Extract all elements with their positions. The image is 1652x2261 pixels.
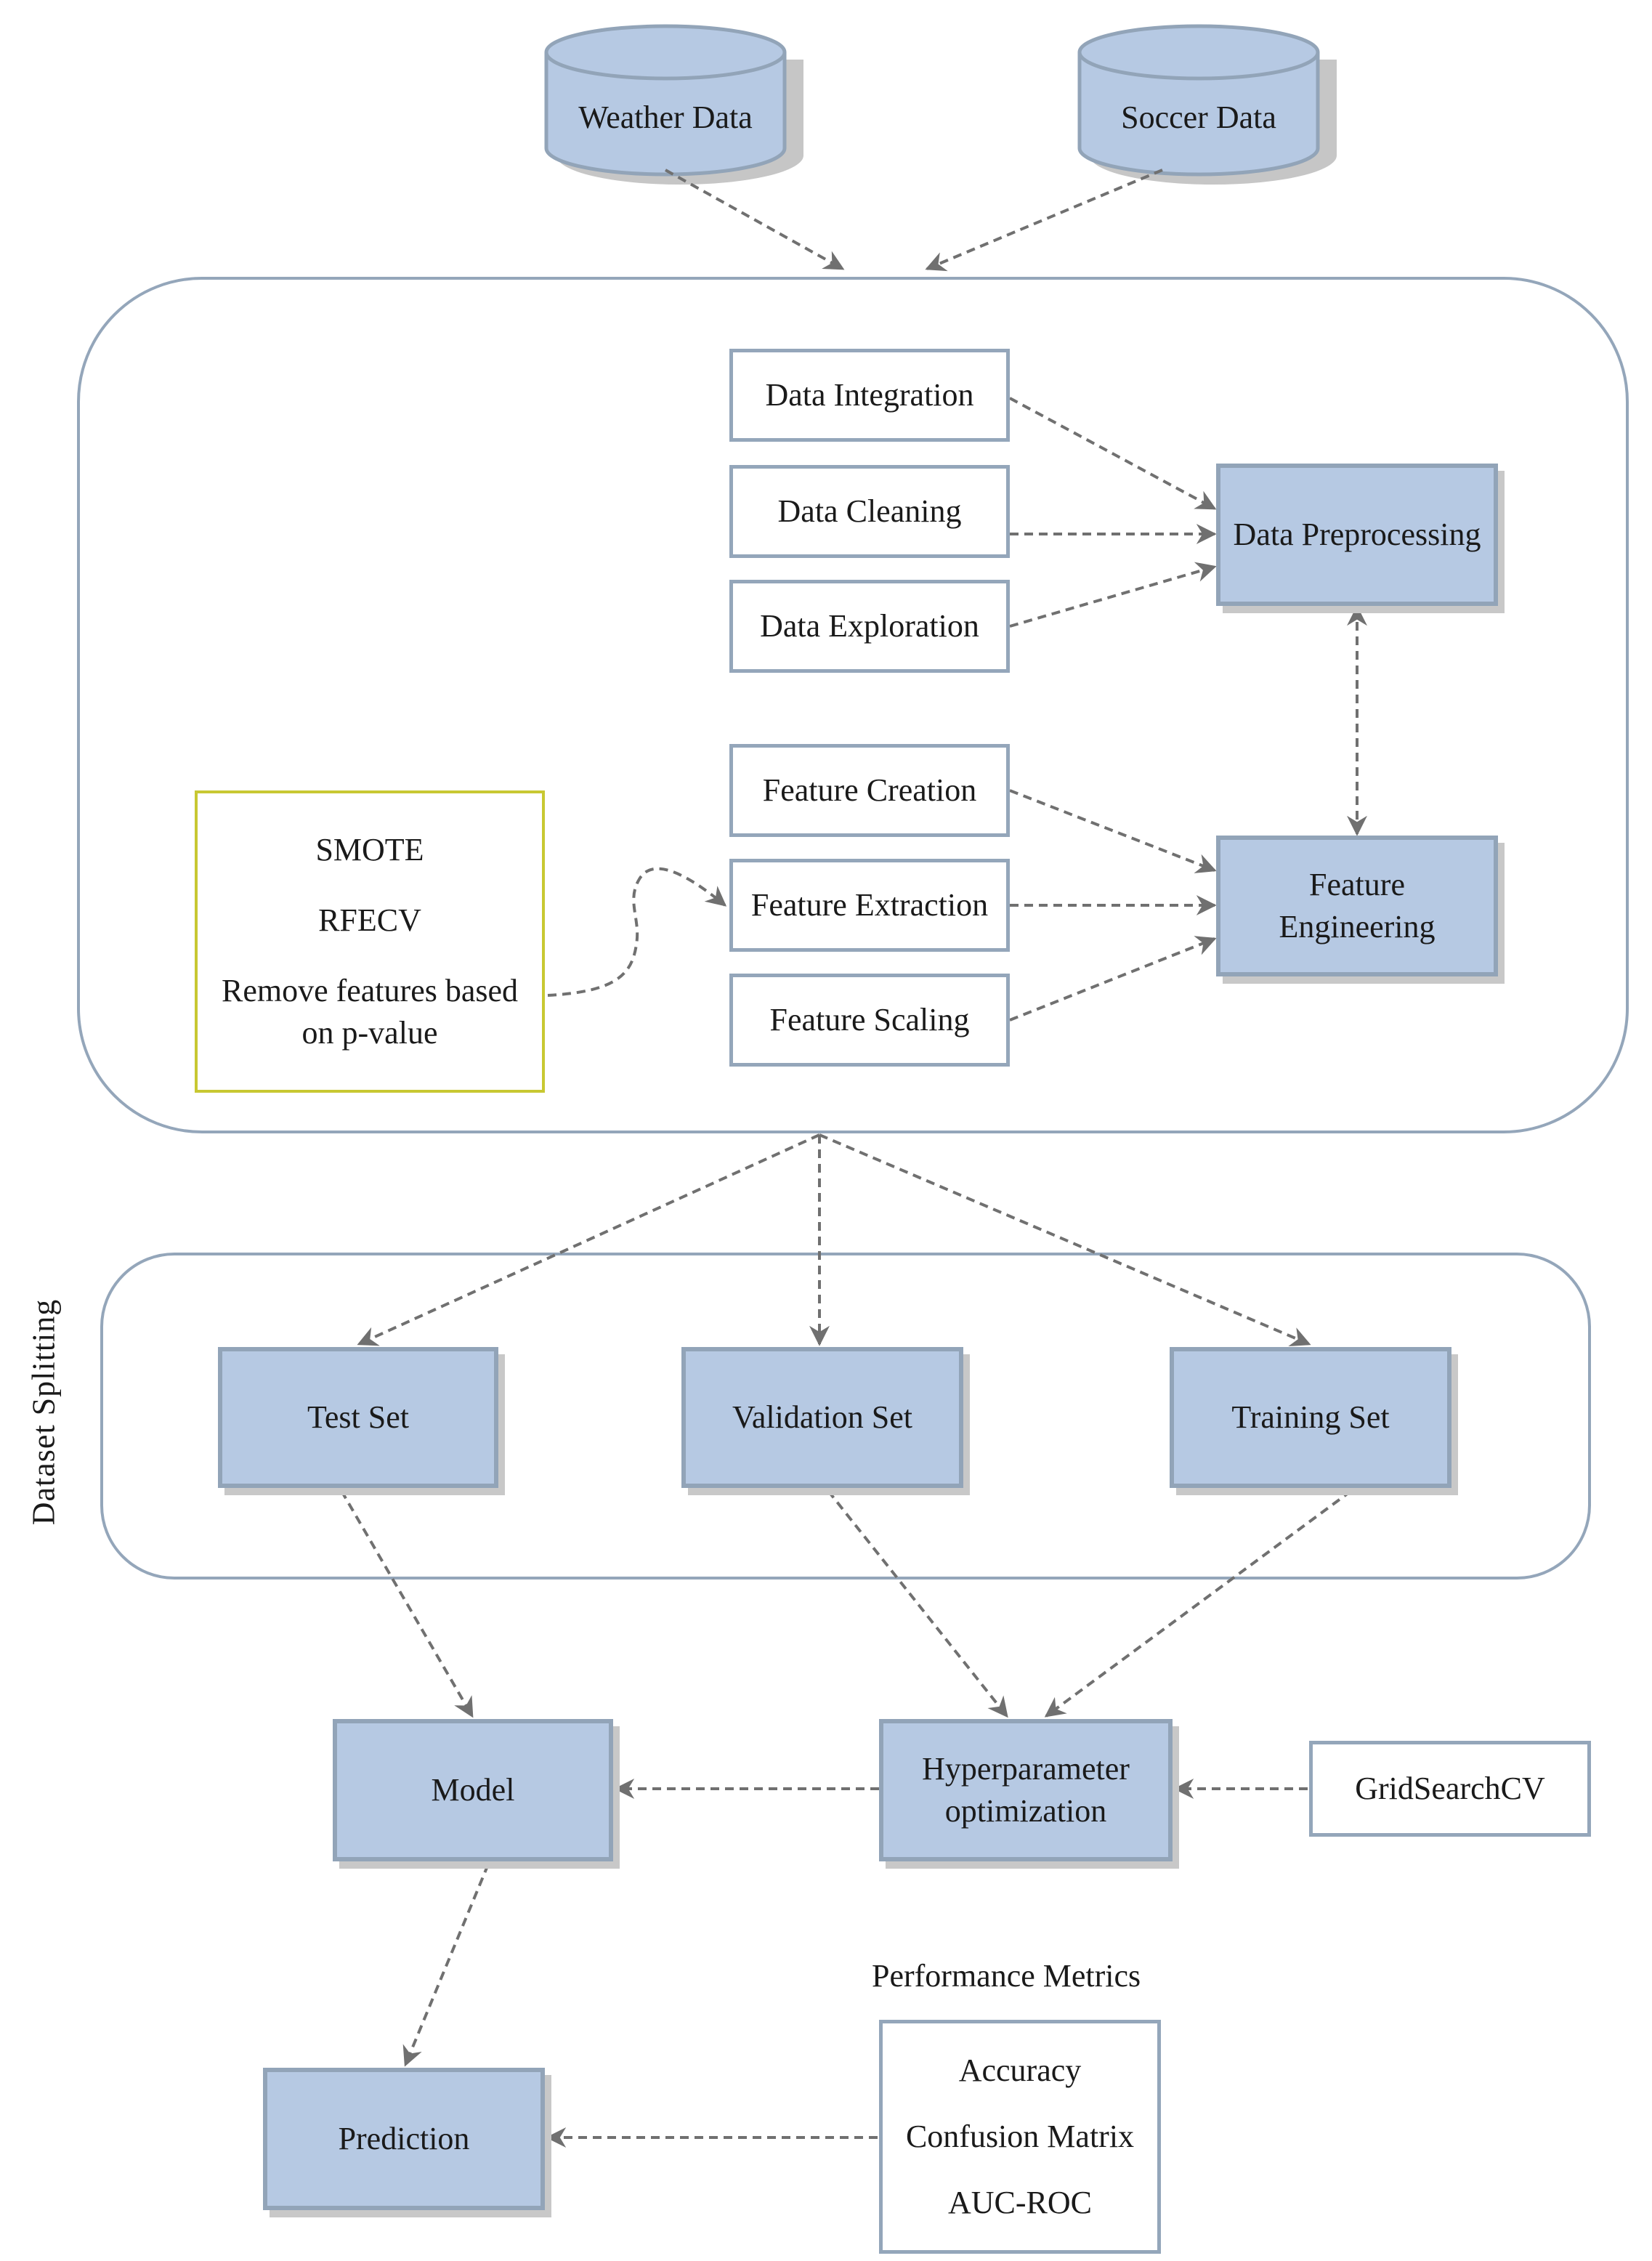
- arrow-scaling-to-engineering: [1009, 936, 1217, 1022]
- arrow-weather-to-processing: [665, 169, 845, 270]
- data-integration-node: Data Integration: [729, 349, 1010, 442]
- feature-engineering-node: Feature Engineering: [1216, 836, 1498, 976]
- arrow-processing-to-training: [819, 1133, 1311, 1346]
- arrow-processing-to-test: [357, 1133, 820, 1346]
- technique-pvalue: Remove features based on p-value: [221, 972, 519, 1051]
- gridsearchcv-node: GridSearchCV: [1309, 1741, 1591, 1837]
- arrow-integration-to-preprocessing: [1009, 397, 1217, 510]
- hyperparameter-node: Hyperparameter optimization: [879, 1719, 1173, 1861]
- arrow-exploration-to-preprocessing: [1009, 562, 1217, 628]
- validation-set-node: Validation Set: [681, 1347, 963, 1488]
- arrow-validation-to-hyper: [827, 1489, 1008, 1718]
- arrow-test-to-model: [340, 1489, 474, 1718]
- performance-metrics-box: Accuracy Confusion Matrix AUC-ROC: [879, 2020, 1161, 2254]
- data-cleaning-node: Data Cleaning: [729, 465, 1010, 558]
- feature-extraction-node: Feature Extraction: [729, 859, 1010, 952]
- feature-creation-node: Feature Creation: [729, 744, 1010, 837]
- arrow-soccer-to-processing: [925, 169, 1163, 272]
- diagram-canvas: [77, 24, 1629, 2148]
- soccer-data-label: Soccer Data: [1121, 100, 1276, 135]
- prediction-node: Prediction: [263, 2068, 545, 2210]
- technique-rfecv: RFECV: [318, 902, 421, 938]
- techniques-note: SMOTE RFECV Remove features based on p-v…: [195, 790, 545, 1093]
- dataset-splitting-label: Dataset Splitting: [25, 1298, 62, 1526]
- data-exploration-node: Data Exploration: [729, 580, 1010, 673]
- metric-confusion-matrix: Confusion Matrix: [905, 2118, 1135, 2154]
- feature-scaling-node: Feature Scaling: [729, 974, 1010, 1067]
- arrow-training-to-hyper: [1044, 1489, 1353, 1718]
- data-preprocessing-node: Data Preprocessing: [1216, 464, 1498, 606]
- technique-smote: SMOTE: [315, 832, 424, 868]
- performance-metrics-title: Performance Metrics: [872, 1958, 1141, 1994]
- metric-auc-roc: AUC-ROC: [947, 2184, 1093, 2220]
- training-set-node: Training Set: [1170, 1347, 1451, 1488]
- weather-data-label: Weather Data: [578, 100, 753, 135]
- model-node: Model: [333, 1719, 613, 1861]
- arrow-model-to-prediction: [402, 1864, 490, 2067]
- arrow-creation-to-engineering: [1009, 789, 1217, 873]
- metric-accuracy: Accuracy: [958, 2052, 1082, 2089]
- arrow-techniques-to-extraction: [547, 867, 727, 997]
- test-set-node: Test Set: [218, 1347, 498, 1488]
